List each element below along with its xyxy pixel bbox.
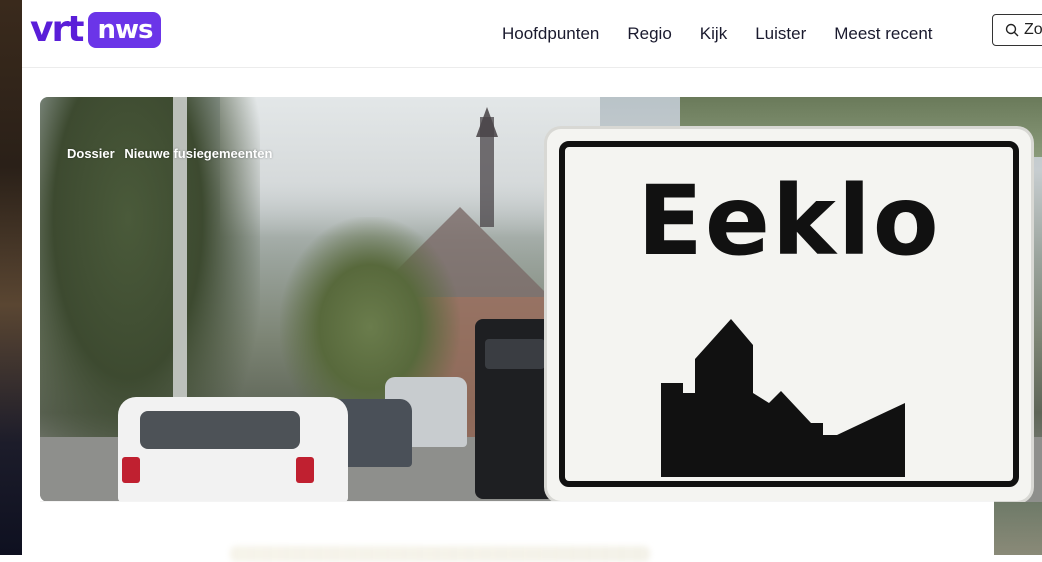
- nav-regio[interactable]: Regio: [627, 24, 671, 44]
- town-sign-border: Eeklo: [559, 141, 1019, 487]
- town-sign-name: Eeklo: [637, 165, 941, 277]
- nav-meest-recent[interactable]: Meest recent: [834, 24, 932, 44]
- background-edge: [994, 502, 1042, 555]
- logo-product: nws: [88, 12, 162, 48]
- street-pole: [173, 97, 187, 397]
- search-button[interactable]: Zo: [992, 14, 1042, 46]
- hero-image[interactable]: Eeklo Dossier Nieuwe fusiegemeenten: [40, 97, 1042, 502]
- nav-luister[interactable]: Luister: [755, 24, 806, 44]
- main-nav: Hoofdpunten Regio Kijk Luister Meest rec…: [502, 0, 961, 68]
- site-header: vrt nws Hoofdpunten Regio Kijk Luister M…: [22, 0, 1042, 68]
- van: [475, 319, 555, 499]
- car-front: [118, 397, 348, 502]
- nav-hoofdpunten[interactable]: Hoofdpunten: [502, 24, 599, 44]
- car-taillight-left: [122, 457, 140, 483]
- vrt-nws-logo[interactable]: vrt nws: [30, 9, 162, 50]
- car-rear-window: [140, 411, 300, 449]
- search-icon: [1005, 23, 1019, 37]
- car-taillight-right: [296, 457, 314, 483]
- adjacent-image-edge: [0, 0, 22, 555]
- town-sign: Eeklo: [547, 129, 1031, 501]
- breadcrumb-topic[interactable]: Nieuwe fusiegemeenten: [124, 146, 272, 161]
- van-window: [485, 339, 545, 369]
- article-title-placeholder: [230, 546, 650, 562]
- logo-brand: vrt: [30, 9, 84, 50]
- search-label: Zo: [1024, 21, 1042, 38]
- breadcrumb: Dossier Nieuwe fusiegemeenten: [67, 146, 272, 161]
- nav-kijk[interactable]: Kijk: [700, 24, 727, 44]
- breadcrumb-section[interactable]: Dossier: [67, 146, 115, 161]
- article-card[interactable]: [40, 502, 994, 562]
- town-silhouette-icon: [661, 319, 905, 477]
